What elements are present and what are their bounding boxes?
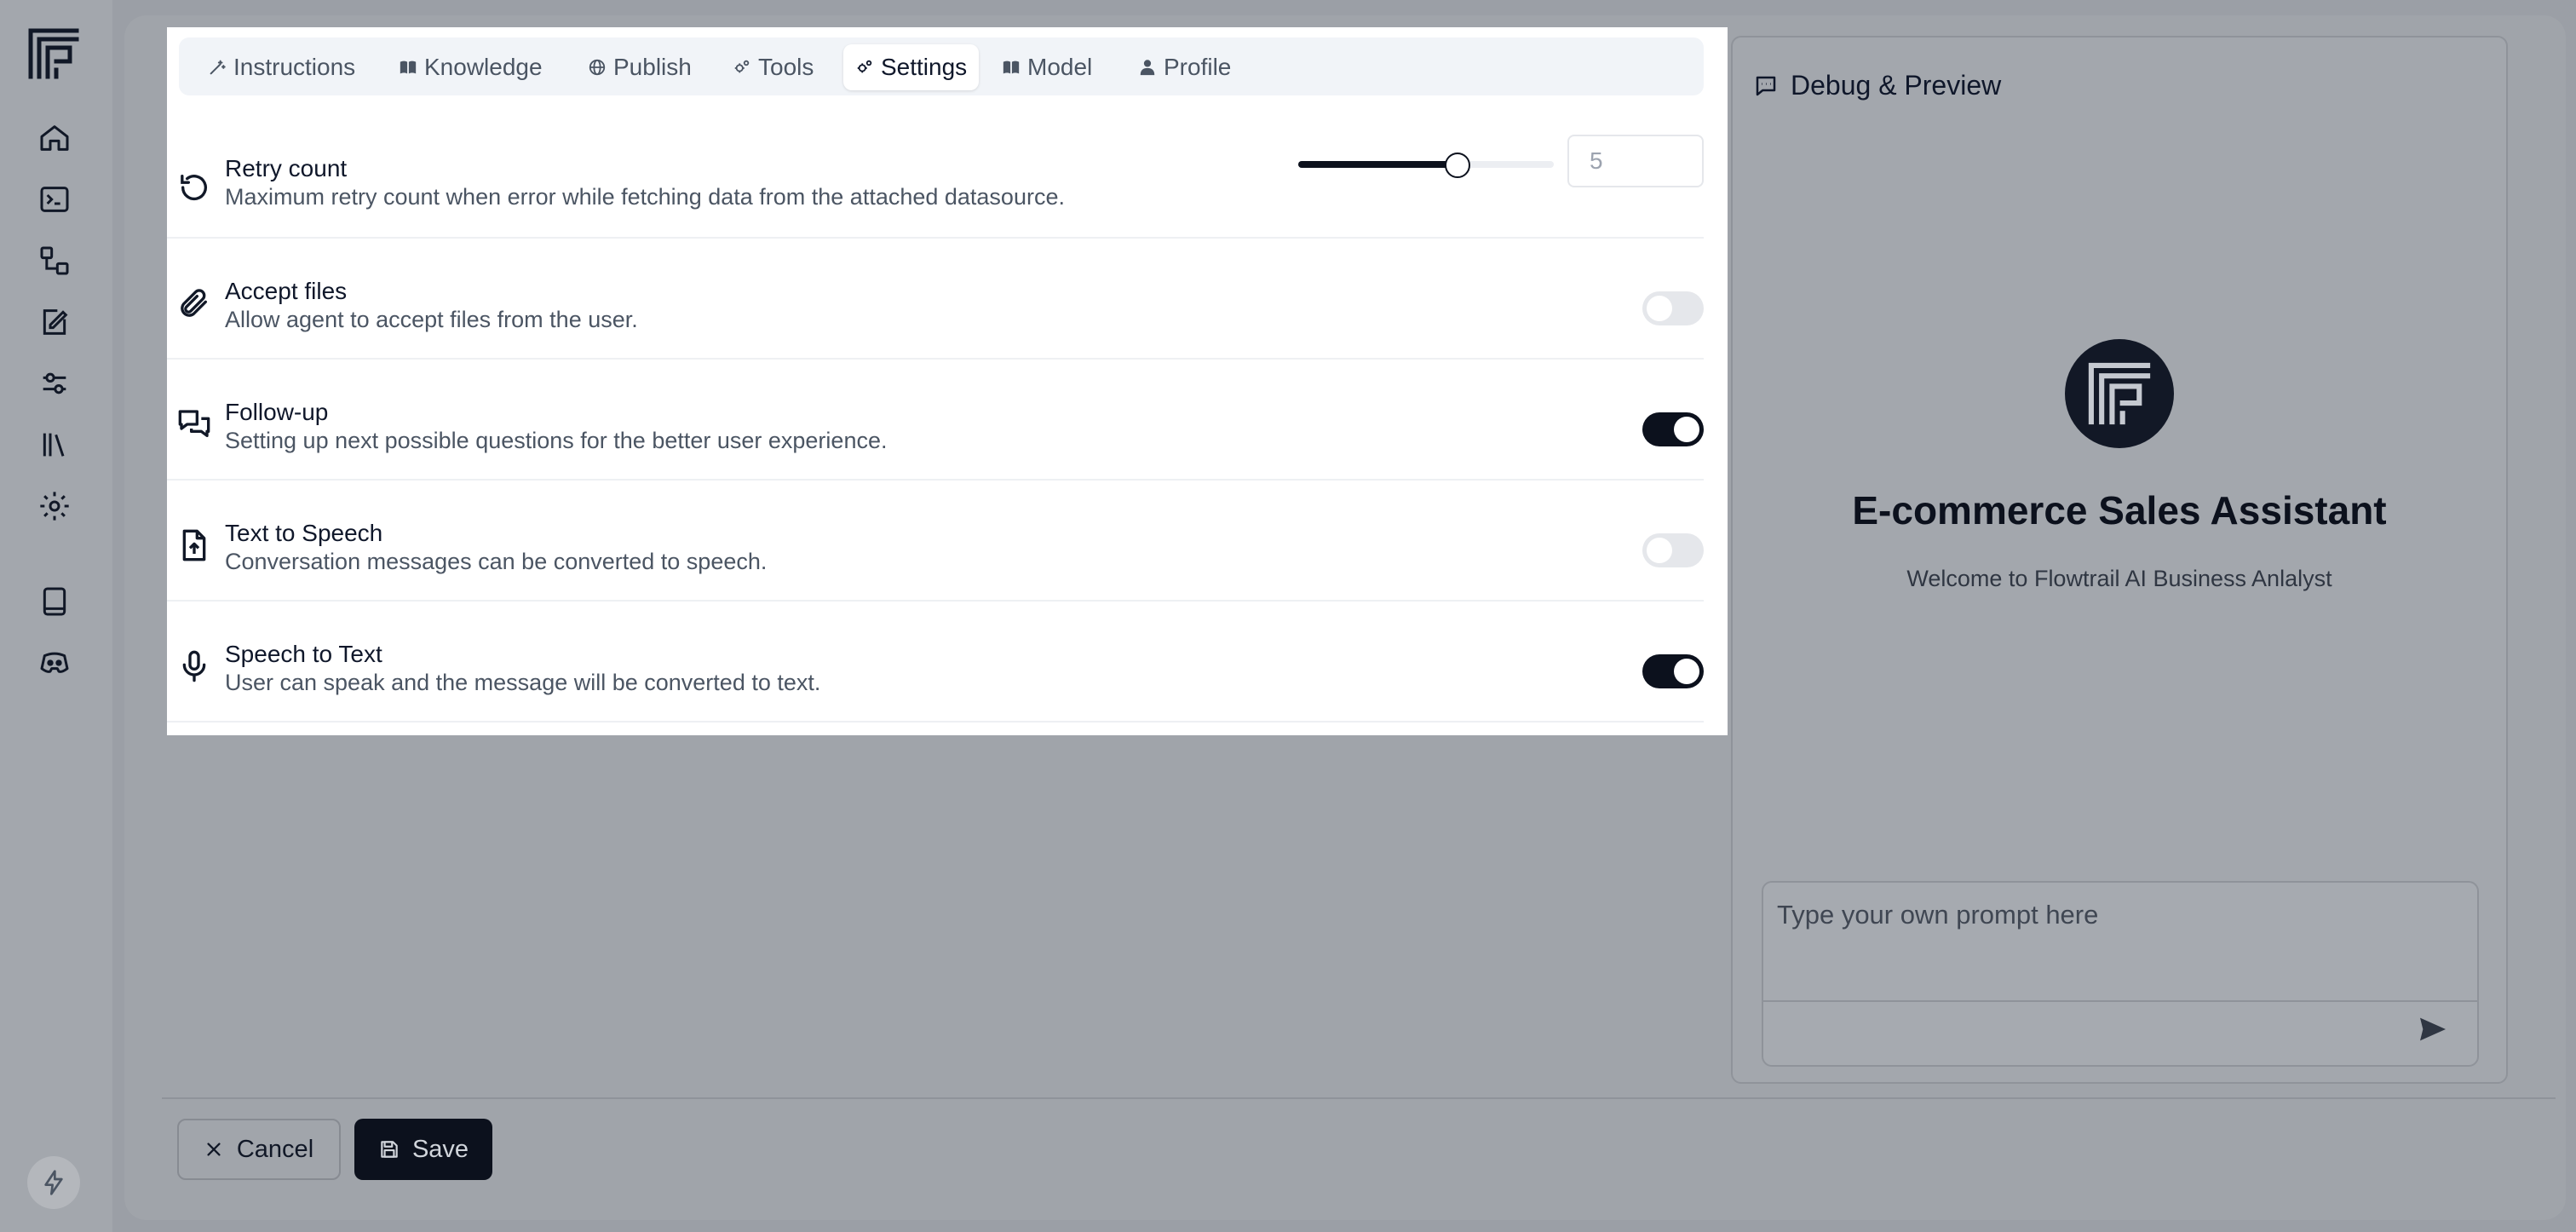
save-label: Save <box>411 1135 469 1163</box>
tab-label: Model <box>1027 54 1093 80</box>
setting-title: Follow-up <box>225 399 329 425</box>
sliders-icon[interactable] <box>37 366 72 400</box>
retry-icon <box>177 170 211 204</box>
debug-preview-panel: Debug & Preview E-commerce Sales Assista… <box>1731 36 2508 1084</box>
agent-title: E-commerce Sales Assistant <box>1852 488 2387 533</box>
agent-welcome-text: Welcome to Flowtrail AI Business Anlalys… <box>1906 566 2332 591</box>
tab-instructions[interactable]: Instructions <box>196 44 367 90</box>
book-open-icon <box>399 58 417 77</box>
tab-label: Settings <box>881 54 968 80</box>
setting-description: User can speak and the message will be c… <box>225 670 821 695</box>
paperclip-icon <box>177 286 211 320</box>
cogs-icon <box>855 58 874 77</box>
document-edit-icon[interactable] <box>37 305 72 339</box>
slider-fill <box>1298 161 1457 168</box>
tab-tools[interactable]: Tools <box>721 44 825 90</box>
library-icon[interactable] <box>37 428 72 462</box>
tab-label: Knowledge <box>424 54 543 80</box>
settings-dialog: Instructions Knowledge Publish Tools Set… <box>167 27 1728 735</box>
setting-accept-files: Accept files Allow agent to accept files… <box>167 237 1704 360</box>
setting-description: Maximum retry count when error while fet… <box>225 184 1065 210</box>
setting-title: Speech to Text <box>225 641 382 667</box>
tab-knowledge[interactable]: Knowledge <box>387 44 555 90</box>
flowtrail-logo-icon[interactable] <box>27 27 80 80</box>
setting-title: Retry count <box>225 155 348 181</box>
setting-description: Conversation messages can be converted t… <box>225 549 768 574</box>
cancel-button[interactable]: Cancel <box>177 1119 341 1180</box>
book-open-icon <box>1002 58 1021 77</box>
speech-to-text-toggle[interactable] <box>1642 654 1704 688</box>
wand-icon <box>208 58 227 77</box>
setting-speech-to-text: Speech to Text User can speak and the me… <box>167 600 1704 723</box>
retry-count-input[interactable] <box>1567 135 1704 187</box>
save-icon <box>378 1138 400 1160</box>
save-button[interactable]: Save <box>354 1119 492 1180</box>
agent-avatar <box>2065 339 2174 448</box>
file-upload-icon <box>177 528 211 562</box>
tab-bar: Instructions Knowledge Publish Tools Set… <box>179 37 1704 95</box>
workflow-icon[interactable] <box>37 244 72 278</box>
toggle-knob <box>1674 417 1699 442</box>
tab-label: Tools <box>758 54 814 80</box>
tab-settings[interactable]: Settings <box>843 44 980 90</box>
setting-title: Accept files <box>225 278 348 304</box>
cancel-label: Cancel <box>236 1135 314 1163</box>
chat-icon <box>1753 73 1779 99</box>
retry-count-slider[interactable] <box>1298 148 1554 182</box>
tab-profile[interactable]: Profile <box>1126 44 1243 90</box>
bolt-icon[interactable] <box>27 1156 80 1209</box>
tab-label: Publish <box>613 54 692 80</box>
prompt-input[interactable] <box>1763 883 2477 1002</box>
footer-divider <box>162 1097 2556 1099</box>
preview-header-label: Debug & Preview <box>1791 70 2002 101</box>
chat-bubbles-icon <box>177 407 211 441</box>
gear-icon[interactable] <box>37 489 72 523</box>
tab-publish[interactable]: Publish <box>576 44 704 90</box>
setting-description: Allow agent to accept files from the use… <box>225 307 638 332</box>
microphone-icon <box>177 649 211 683</box>
discord-icon[interactable] <box>37 646 72 680</box>
terminal-icon[interactable] <box>37 182 72 216</box>
tab-label: Profile <box>1164 54 1232 80</box>
book-icon[interactable] <box>37 584 72 619</box>
tab-model[interactable]: Model <box>990 44 1104 90</box>
globe-icon <box>588 58 607 77</box>
prompt-box <box>1762 881 2479 1067</box>
setting-text-to-speech: Text to Speech Conversation messages can… <box>167 479 1704 602</box>
accept-files-toggle[interactable] <box>1642 291 1704 325</box>
app-sidebar <box>0 0 112 1232</box>
follow-up-toggle[interactable] <box>1642 412 1704 446</box>
toggle-knob <box>1674 659 1699 684</box>
slider-thumb[interactable] <box>1445 153 1470 178</box>
preview-header: Debug & Preview <box>1753 70 2001 101</box>
toggle-knob <box>1647 538 1672 563</box>
text-to-speech-toggle[interactable] <box>1642 533 1704 567</box>
send-icon[interactable] <box>2416 1012 2453 1050</box>
close-icon <box>204 1140 223 1159</box>
setting-description: Setting up next possible questions for t… <box>225 428 888 453</box>
setting-follow-up: Follow-up Setting up next possible quest… <box>167 358 1704 481</box>
toggle-knob <box>1647 296 1672 321</box>
setting-title: Text to Speech <box>225 520 383 546</box>
cogs-icon <box>733 58 751 77</box>
tab-label: Instructions <box>233 54 356 80</box>
user-icon <box>1138 58 1157 77</box>
home-icon[interactable] <box>37 121 72 155</box>
